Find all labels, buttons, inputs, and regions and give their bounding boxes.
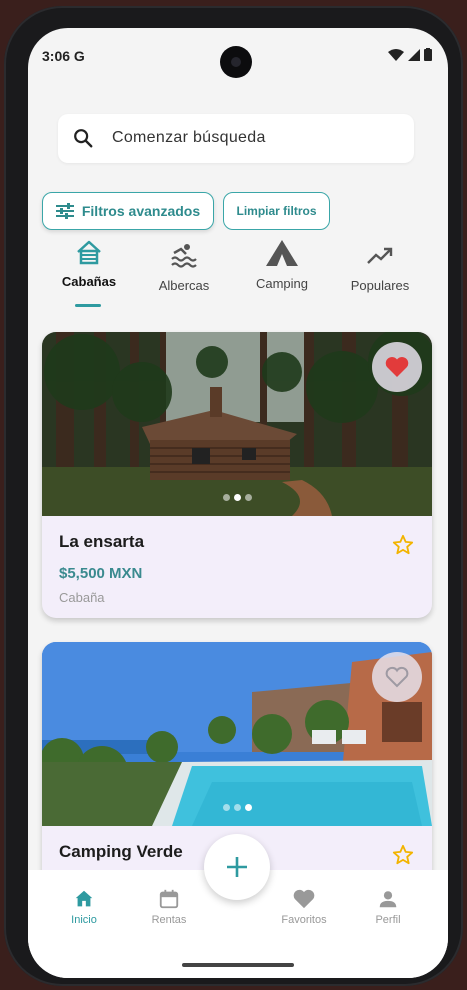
- nav-label: Inicio: [71, 914, 97, 926]
- listing-photo: [42, 332, 432, 516]
- listing-name: Camping Verde: [59, 842, 183, 861]
- cabin-icon: [77, 240, 101, 265]
- clear-filters-label: Limpiar filtros: [236, 204, 317, 218]
- listing-price: $5,500 MXN: [59, 565, 143, 582]
- search-icon: [74, 129, 93, 148]
- active-tab-indicator: [75, 304, 101, 307]
- nav-inicio[interactable]: Inicio: [49, 888, 119, 926]
- listing-type: Cabaña: [59, 590, 105, 605]
- category-tabs: Cabañas Albercas Camping Populares: [28, 238, 448, 328]
- advanced-filters-button[interactable]: Filtros avanzados: [42, 192, 214, 230]
- listing-name: La ensarta: [59, 532, 145, 551]
- status-bar: 3:06 G: [28, 28, 448, 78]
- tab-label: Albercas: [158, 278, 210, 293]
- nav-rentas[interactable]: Rentas: [134, 888, 204, 926]
- star-icon[interactable]: [392, 534, 414, 556]
- search-placeholder: Comenzar búsqueda: [112, 129, 266, 146]
- tab-populares[interactable]: Populares: [330, 238, 430, 293]
- listing-photo: [42, 642, 432, 826]
- favorite-button[interactable]: [372, 342, 422, 392]
- nav-label: Perfil: [375, 914, 401, 926]
- tent-icon: [266, 240, 298, 266]
- star-icon[interactable]: [392, 844, 414, 866]
- nav-label: Favoritos: [281, 914, 327, 926]
- tab-label: Camping: [255, 276, 309, 291]
- camera-cutout: [220, 46, 252, 78]
- wifi-icon: [388, 48, 404, 61]
- nav-label: Rentas: [151, 914, 187, 926]
- nav-favoritos[interactable]: Favoritos: [269, 888, 339, 926]
- battery-icon: [424, 48, 432, 61]
- app-screen: 3:06 G Comenzar búsqueda Filtros avanzad…: [28, 28, 448, 978]
- home-indicator[interactable]: [182, 963, 294, 967]
- favorite-button[interactable]: [372, 652, 422, 702]
- tab-cabanas[interactable]: Cabañas: [39, 238, 139, 307]
- trending-icon: [367, 247, 393, 264]
- phone-frame: 3:06 G Comenzar búsqueda Filtros avanzad…: [4, 6, 463, 986]
- plus-icon: [227, 857, 247, 877]
- advanced-filters-label: Filtros avanzados: [81, 203, 201, 219]
- tab-label: Cabañas: [61, 274, 117, 289]
- heart-filled-icon: [385, 357, 409, 377]
- heart-icon: [293, 889, 315, 909]
- signal-icon: [408, 48, 420, 61]
- pool-icon: [171, 244, 197, 268]
- photo-pager-dots: [42, 488, 432, 506]
- add-listing-button[interactable]: [204, 834, 270, 900]
- calendar-icon: [159, 889, 179, 909]
- tab-camping[interactable]: Camping: [232, 238, 332, 291]
- clear-filters-button[interactable]: Limpiar filtros: [223, 192, 330, 230]
- person-icon: [379, 891, 397, 908]
- photo-pager-dots: [42, 798, 432, 816]
- nav-perfil[interactable]: Perfil: [353, 888, 423, 926]
- home-icon: [75, 890, 93, 907]
- search-bar[interactable]: Comenzar búsqueda: [58, 114, 414, 163]
- tune-icon: [55, 203, 74, 219]
- status-icons: [388, 48, 432, 61]
- tab-albercas[interactable]: Albercas: [134, 238, 234, 293]
- tab-label: Populares: [350, 278, 410, 293]
- status-time: 3:06 G: [42, 48, 85, 64]
- listing-card[interactable]: La ensarta $5,500 MXN Cabaña: [42, 332, 432, 618]
- heart-outline-icon: [385, 666, 409, 688]
